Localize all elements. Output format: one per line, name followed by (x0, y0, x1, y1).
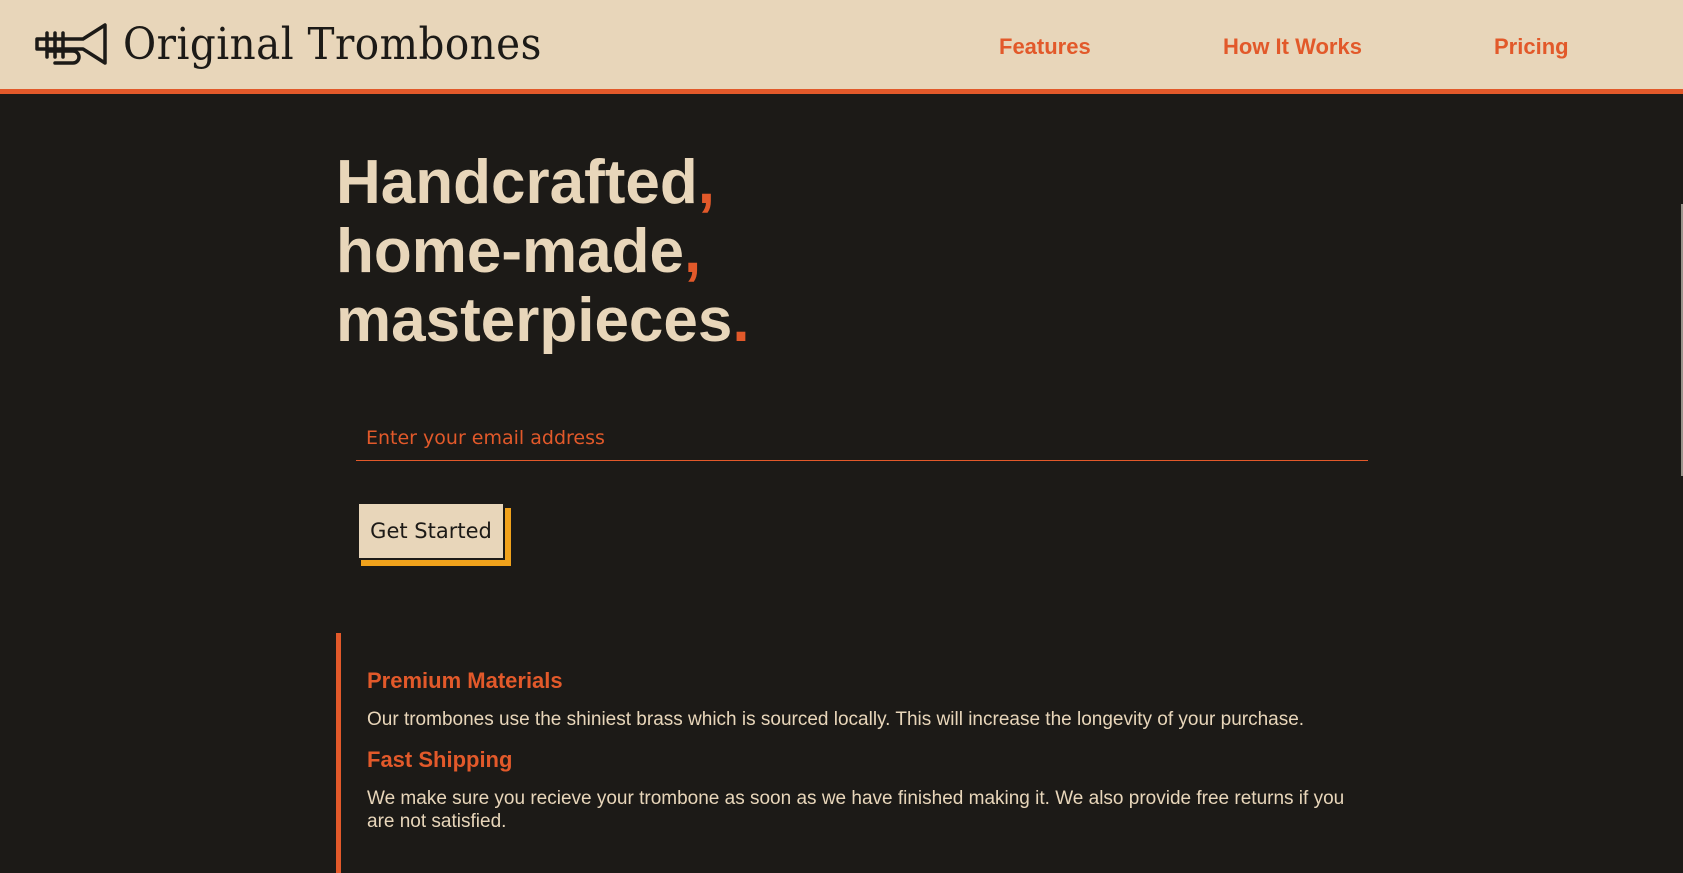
hero-line-2: home-made, (336, 217, 750, 286)
hero-heading: Handcrafted, home-made, masterpieces. (336, 148, 750, 355)
get-started-button[interactable]: Get Started (357, 502, 505, 560)
nav-link-how-it-works[interactable]: How It Works (1223, 34, 1362, 60)
feature-description: We make sure you recieve your trombone a… (367, 788, 1345, 832)
brand-name: Original Trombones (123, 19, 542, 70)
site-header: Original Trombones Features How It Works… (0, 0, 1683, 94)
hero-accent-comma: , (697, 148, 715, 217)
hero-word-handcrafted: Handcrafted (336, 148, 698, 217)
logo[interactable]: Original Trombones (35, 20, 578, 70)
feature-title: Fast Shipping (367, 747, 513, 772)
trumpet-icon (35, 23, 107, 65)
features-section: Premium Materials Our trombones use the … (336, 633, 1356, 873)
email-field[interactable] (356, 418, 1368, 458)
nav-link-pricing[interactable]: Pricing (1494, 34, 1569, 60)
feature-title: Premium Materials (367, 668, 563, 693)
email-field-wrapper (356, 418, 1368, 461)
hero-line-1: Handcrafted, (336, 148, 750, 217)
feature-description: Our trombones use the shiniest brass whi… (367, 709, 1305, 730)
nav-link-features[interactable]: Features (999, 34, 1091, 60)
hero-accent-period: . (732, 286, 750, 355)
hero-accent-comma: , (683, 217, 702, 286)
hero-word-masterpieces: masterpieces (336, 286, 733, 355)
hero-word-home-made: home-made (336, 217, 684, 286)
hero-line-3: masterpieces. (336, 286, 750, 355)
